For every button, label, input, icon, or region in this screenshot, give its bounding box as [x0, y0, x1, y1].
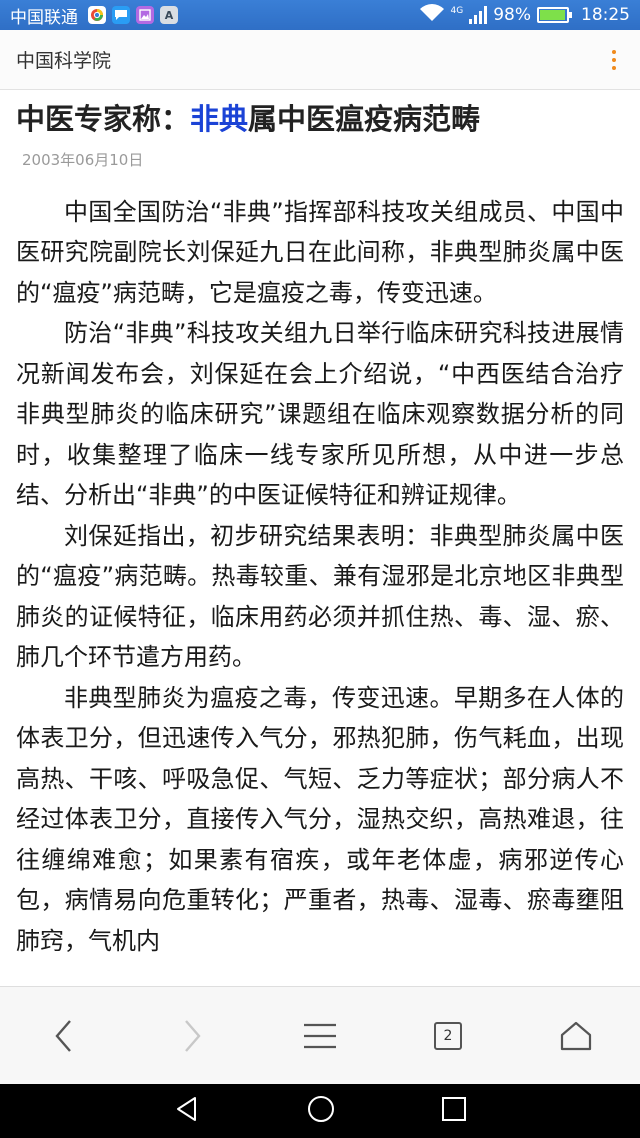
clock: 18:25 — [581, 5, 630, 25]
article-title: 中医专家称：非典属中医瘟疫病范畴 — [16, 101, 624, 139]
wifi-icon — [419, 3, 445, 28]
title-highlight-link[interactable]: 非典 — [190, 102, 248, 136]
battery-percent: 98% — [493, 5, 531, 25]
title-suffix: 属中医瘟疫病范畴 — [248, 102, 481, 136]
home-button[interactable] — [544, 1004, 608, 1068]
title-bar: 中国科学院 — [0, 30, 640, 90]
menu-button[interactable] — [288, 1004, 352, 1068]
message-app-icon — [112, 6, 130, 24]
system-back-icon — [176, 1097, 196, 1121]
article-content[interactable]: 中医专家称：非典属中医瘟疫病范畴 2003年06月10日 中国全国防治“非典”指… — [0, 91, 640, 986]
status-left: 中国联通 A — [10, 3, 178, 28]
tabs-button[interactable]: 2 — [416, 1004, 480, 1068]
article-paragraph: 刘保延指出，初步研究结果表明：非典型肺炎属中医的“瘟疫”病范畴。热毒较重、兼有湿… — [16, 521, 624, 672]
forward-button[interactable] — [160, 1004, 224, 1068]
article-paragraph: 中国全国防治“非典”指挥部科技攻关组成员、中国中医研究院副院长刘保延九日在此间称… — [16, 197, 624, 307]
system-home-icon — [307, 1096, 334, 1122]
network-type-label: 4G — [450, 6, 464, 16]
article-paragraph: 非典型肺炎为瘟疫之毒，传变迅速。早期多在人体的体表卫分，但迅速传入气分，邪热犯肺… — [16, 683, 624, 955]
menu-icon — [304, 1023, 336, 1048]
gallery-app-icon — [136, 6, 154, 24]
signal-icon — [469, 6, 488, 24]
carrier-name: 中国联通 — [10, 7, 78, 28]
system-recents-icon — [442, 1097, 467, 1121]
article-body: 中国全国防治“非典”指挥部科技攻关组成员、中国中医研究院副院长刘保延九日在此间称… — [16, 192, 624, 962]
browser-toolbar: 2 — [0, 986, 640, 1084]
home-icon — [560, 1021, 592, 1050]
tabs-icon: 2 — [434, 1021, 462, 1050]
article-paragraph: 防治“非典”科技攻关组九日举行临床研究科技进展情况新闻发布会，刘保延在会上介绍说… — [16, 319, 624, 510]
system-navigation-bar — [0, 1084, 640, 1138]
title-prefix: 中医专家称： — [16, 102, 191, 136]
system-home-button[interactable] — [306, 1094, 336, 1128]
status-bar: 中国联通 A 4G 98% 18:25 — [0, 0, 640, 30]
forward-icon — [185, 1019, 201, 1052]
back-button[interactable] — [32, 1004, 96, 1068]
system-recents-button[interactable] — [441, 1096, 467, 1126]
battery-fill — [540, 10, 566, 20]
status-right: 4G 98% 18:25 — [419, 3, 630, 28]
battery-icon — [537, 7, 572, 23]
overflow-menu-icon[interactable] — [604, 46, 624, 74]
browser-app-icon — [88, 6, 106, 24]
system-back-button[interactable] — [173, 1095, 201, 1127]
publish-date: 2003年06月10日 — [22, 150, 144, 169]
font-app-icon: A — [160, 6, 178, 24]
site-name: 中国科学院 — [16, 50, 112, 72]
back-icon — [55, 1019, 71, 1052]
